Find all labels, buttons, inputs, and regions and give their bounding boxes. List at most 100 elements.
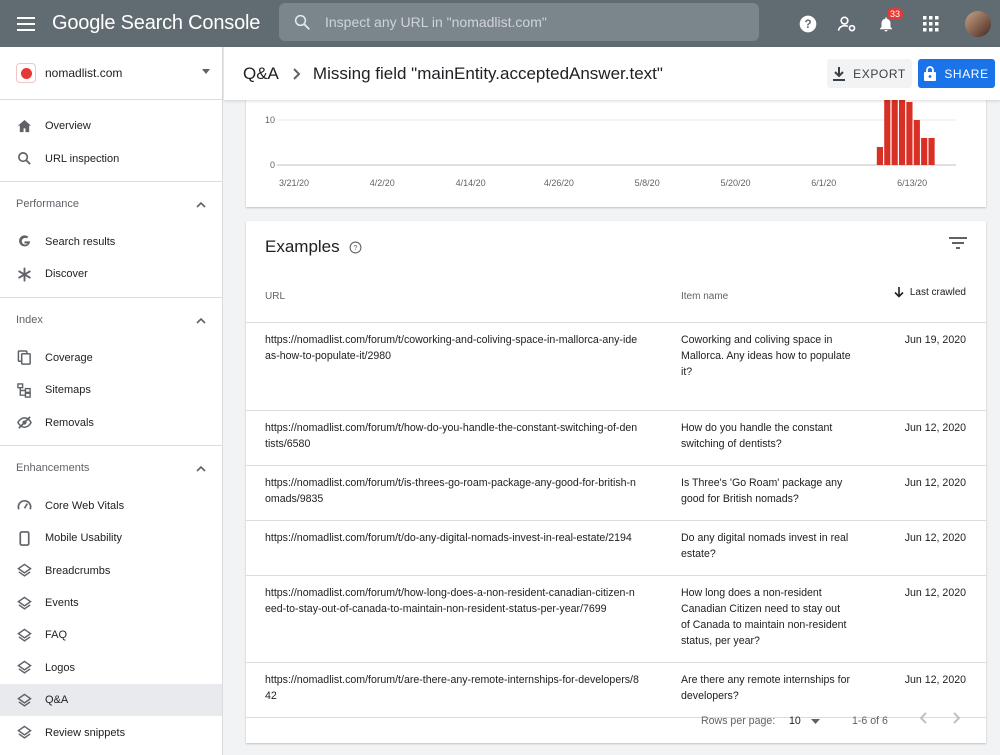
x-tick-label: 6/1/20	[811, 178, 836, 188]
breadcrumb-parent[interactable]: Q&A	[243, 64, 279, 84]
sidebar-item-url-inspection[interactable]: URL inspection	[0, 142, 222, 174]
sidebar-item-review-snippets[interactable]: Review snippets	[0, 716, 222, 748]
sidebar-item-label: FAQ	[45, 629, 68, 642]
row-url[interactable]: https://nomadlist.com/forum/t/coworking-…	[265, 332, 639, 364]
table-row[interactable]: https://nomadlist.com/forum/t/how-do-you…	[246, 411, 986, 466]
table-row[interactable]: https://nomadlist.com/forum/t/do-any-dig…	[246, 521, 986, 576]
sidebar-item-discover[interactable]: Discover	[0, 258, 222, 290]
chart-bar[interactable]	[898, 95, 906, 165]
table-row[interactable]: https://nomadlist.com/forum/t/is-threes-…	[246, 466, 986, 521]
apps-button[interactable]	[905, 0, 957, 47]
notifications-button[interactable]: 33	[866, 0, 905, 47]
row-item-name: How long does a non-resident Canadian Ci…	[681, 587, 847, 647]
sidebar-item-events[interactable]: Events	[0, 587, 222, 619]
layers-icon	[17, 628, 32, 643]
chart-bar[interactable]	[921, 138, 928, 165]
help-icon: ?	[799, 15, 816, 32]
search-input[interactable]	[325, 14, 725, 30]
sidebar-item-search-results[interactable]: Search results	[0, 226, 222, 258]
sidebar-item-faq[interactable]: FAQ	[0, 619, 222, 651]
chart-svg: 0 10 3/21/20 4/2/20 4/14/20 4/26/20 5/8/20 5/20…	[265, 95, 956, 188]
sidebar-item-label: Removals	[45, 416, 94, 429]
chart-bar[interactable]	[906, 102, 913, 165]
sidebar-item-label: Search results	[45, 235, 116, 248]
chart-bar[interactable]	[891, 95, 898, 165]
sidebar-item-coverage[interactable]: Coverage	[0, 342, 222, 374]
row-url[interactable]: https://nomadlist.com/forum/t/how-do-you…	[265, 420, 639, 452]
sidebar-item-removals[interactable]: Removals	[0, 406, 222, 438]
sidebar-item-label: Logos	[45, 661, 75, 674]
sidebar-item-breadcrumbs[interactable]: Breadcrumbs	[0, 555, 222, 587]
next-page-button[interactable]	[953, 712, 961, 727]
sidebar-item-label: Coverage	[45, 351, 93, 364]
help-button[interactable]: ?	[788, 0, 827, 47]
sidebar-item-label: Review snippets	[45, 726, 126, 739]
export-button[interactable]: EXPORT	[827, 59, 912, 88]
section-performance[interactable]: Performance	[0, 180, 222, 226]
sidebar-item-logos[interactable]: Logos	[0, 652, 222, 684]
help-outline-icon[interactable]: ?	[349, 241, 362, 254]
account-avatar[interactable]	[965, 10, 991, 37]
rows-per-page-select[interactable]: 10	[789, 715, 820, 727]
sidebar-item-mobile-usability[interactable]: Mobile Usability	[0, 522, 222, 554]
chart-bar[interactable]	[913, 120, 920, 165]
column-item-name[interactable]: Item name	[681, 291, 728, 302]
row-last-crawled: Jun 12, 2020	[904, 532, 966, 544]
sidebar-item-core-web-vitals[interactable]: Core Web Vitals	[0, 490, 222, 522]
asterisk-icon	[17, 267, 32, 282]
chart-bar[interactable]	[928, 138, 935, 165]
layers-icon	[17, 660, 32, 675]
sidebar-item-sitemaps[interactable]: Sitemaps	[0, 374, 222, 406]
column-last-crawled[interactable]: Last crawled	[894, 287, 966, 298]
x-tick-label: 6/13/20	[897, 178, 927, 188]
layers-icon	[17, 725, 32, 740]
chevron-up-icon	[196, 465, 206, 472]
chevron-right-icon	[953, 712, 961, 724]
section-index[interactable]: Index	[0, 296, 222, 342]
top-app-bar: Google Search Console ? 33	[0, 0, 1000, 47]
chart-bar[interactable]	[884, 95, 891, 165]
user-settings-button[interactable]	[827, 0, 866, 47]
section-enhancements[interactable]: Enhancements	[0, 444, 222, 490]
table-row[interactable]: https://nomadlist.com/forum/t/how-long-d…	[246, 576, 986, 663]
property-selector[interactable]: nomadlist.com	[0, 47, 222, 100]
x-tick-label: 4/26/20	[544, 178, 574, 188]
row-last-crawled: Jun 12, 2020	[904, 587, 966, 599]
sidebar-item-overview[interactable]: Overview	[0, 110, 222, 142]
table-row[interactable]: https://nomadlist.com/forum/t/coworking-…	[246, 323, 986, 411]
row-item-name: Do any digital nomads invest in real est…	[681, 532, 849, 560]
sidebar-item-qanda[interactable]: Q&A	[0, 684, 222, 717]
sidebar-item-label: Core Web Vitals	[45, 499, 125, 512]
row-url[interactable]: https://nomadlist.com/forum/t/is-threes-…	[265, 475, 639, 507]
row-url[interactable]: https://nomadlist.com/forum/t/do-any-dig…	[265, 530, 639, 546]
row-last-crawled: Jun 12, 2020	[904, 674, 966, 686]
sidebar-item-label: Overview	[45, 120, 91, 133]
svg-text:?: ?	[353, 245, 357, 252]
previous-page-button[interactable]	[919, 712, 927, 727]
examples-title: Examples	[265, 237, 340, 256]
filter-button[interactable]	[949, 236, 967, 255]
main-menu-button[interactable]	[0, 0, 52, 47]
section-title: Index	[16, 313, 43, 326]
page-title: Missing field "mainEntity.acceptedAnswer…	[312, 63, 663, 83]
share-button[interactable]: SHARE	[918, 59, 995, 88]
chevron-left-icon	[919, 712, 927, 724]
svg-text:?: ?	[804, 18, 811, 31]
row-item-name: How do you handle the constant switching…	[681, 422, 833, 450]
url-inspection-search[interactable]	[279, 3, 759, 41]
app-logo[interactable]: Google Search Console	[52, 12, 260, 35]
row-item-name: Coworking and coliving space in Mallorca…	[681, 334, 851, 378]
column-url[interactable]: URL	[265, 291, 285, 302]
notification-badge: 33	[887, 8, 904, 20]
x-tick-label: 4/2/20	[370, 178, 395, 188]
x-tick-label: 5/20/20	[720, 178, 750, 188]
chevron-right-icon	[293, 67, 301, 80]
rows-per-page-label: Rows per page:	[701, 715, 776, 727]
layers-icon	[17, 563, 32, 578]
row-url[interactable]: https://nomadlist.com/forum/t/how-long-d…	[265, 585, 639, 617]
x-tick-label: 3/21/20	[279, 178, 309, 188]
sidebar-item-sitelinks-searchbox[interactable]: Sitelinks searchbox	[0, 749, 222, 755]
chart-bar[interactable]	[876, 147, 883, 165]
copy-icon	[17, 350, 32, 366]
row-last-crawled: Jun 12, 2020	[904, 422, 966, 434]
